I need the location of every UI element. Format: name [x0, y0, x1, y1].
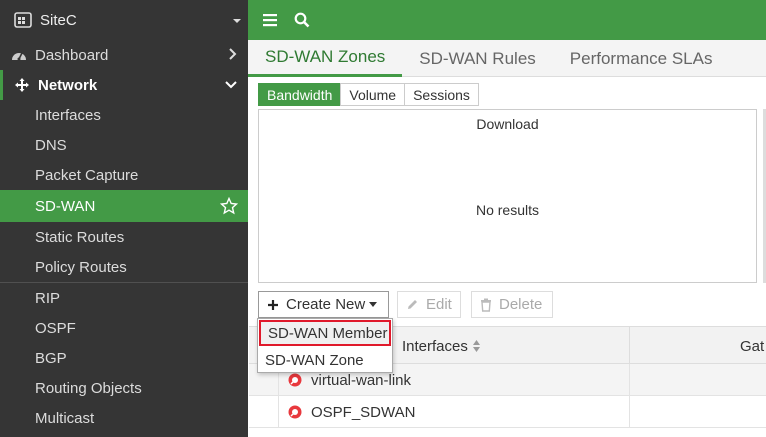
network-arrows-icon — [13, 77, 31, 93]
cell-divider — [629, 396, 630, 428]
sidebar-item-label: OSPF — [35, 319, 76, 337]
sidebar-item-rip[interactable]: RIP — [0, 283, 248, 313]
column-header-interfaces[interactable]: Interfaces — [402, 327, 481, 365]
sd-wan-zone-icon — [287, 404, 303, 420]
sidebar-item-label: SD-WAN — [35, 197, 96, 215]
sidebar-item-label: Network — [38, 76, 98, 94]
chevron-right-icon — [228, 47, 238, 65]
sidebar-item-label: BGP — [35, 349, 67, 367]
dashboard-gauge-icon — [10, 48, 28, 62]
sidebar-item-ospf[interactable]: OSPF — [0, 313, 248, 343]
tab-sd-wan-rules[interactable]: SD-WAN Rules — [402, 40, 553, 77]
column-header-gateway[interactable]: Gat — [740, 327, 764, 365]
download-chart-panel: Download No results — [258, 109, 757, 283]
menu-item-sd-wan-zone[interactable]: SD-WAN Zone — [258, 347, 392, 373]
chart-title: Download — [476, 116, 539, 132]
sidebar-item-packet-capture[interactable]: Packet Capture — [0, 160, 248, 190]
sidebar-item-label: Dashboard — [35, 46, 109, 64]
sidebar-item-label: Multicast — [35, 409, 95, 427]
create-new-button[interactable]: Create New — [258, 291, 389, 318]
sidebar-item-policy-routes[interactable]: Policy Routes — [0, 252, 248, 282]
column-header-label: Interfaces — [402, 337, 468, 355]
menu-icon[interactable] — [262, 13, 278, 27]
sidebar-item-label: RIP — [35, 289, 61, 307]
delete-label: Delete — [499, 296, 543, 313]
caret-down-icon — [232, 13, 242, 30]
delete-button[interactable]: Delete — [471, 291, 553, 318]
create-new-label: Create New — [286, 296, 366, 313]
row-name: virtual-wan-link — [311, 371, 412, 389]
subtab-bandwidth[interactable]: Bandwidth — [258, 83, 342, 106]
row-name: OSPF_SDWAN — [311, 403, 416, 421]
site-selector[interactable]: SiteC — [0, 0, 248, 40]
menu-item-sd-wan-member[interactable]: SD-WAN Member — [259, 320, 391, 346]
star-icon[interactable] — [219, 196, 239, 219]
row-name-cell: OSPF_SDWAN — [287, 396, 415, 428]
main-tabs: SD-WAN Zones SD-WAN Rules Performance SL… — [248, 40, 766, 77]
sidebar-item-dns[interactable]: DNS — [0, 130, 248, 160]
edit-button[interactable]: Edit — [397, 291, 461, 318]
sidebar-item-static-routes[interactable]: Static Routes — [0, 222, 248, 252]
edit-label: Edit — [426, 296, 452, 313]
cell-divider — [629, 364, 630, 396]
sidebar-item-network[interactable]: Network — [0, 70, 248, 100]
subtab-volume[interactable]: Volume — [340, 83, 406, 106]
no-results-message: No results — [475, 202, 540, 218]
sidebar-item-label: DNS — [35, 136, 67, 154]
sd-wan-zone-icon — [287, 372, 303, 388]
caret-down-icon — [369, 301, 378, 308]
plus-icon — [267, 299, 279, 311]
sidebar: SiteC Dashboard Network Interfaces DNS P… — [0, 0, 248, 437]
fortigate-device-icon — [14, 11, 32, 29]
sidebar-item-interfaces[interactable]: Interfaces — [0, 100, 248, 130]
sidebar-item-routing-objects[interactable]: Routing Objects — [0, 373, 248, 403]
tab-performance-slas[interactable]: Performance SLAs — [553, 40, 730, 77]
sidebar-item-multicast[interactable]: Multicast — [0, 403, 248, 433]
top-bar — [248, 0, 766, 40]
sidebar-item-label: Routing Objects — [35, 379, 142, 397]
sidebar-item-label: Packet Capture — [35, 166, 139, 184]
column-divider — [629, 327, 630, 365]
chevron-down-icon — [224, 77, 238, 94]
sidebar-item-dashboard[interactable]: Dashboard — [0, 40, 248, 70]
subtab-sessions[interactable]: Sessions — [404, 83, 479, 106]
sidebar-item-sd-wan[interactable]: SD-WAN — [0, 190, 248, 222]
sidebar-item-label: Static Routes — [35, 228, 125, 246]
sidebar-item-label: Interfaces — [35, 106, 101, 124]
pencil-icon — [406, 298, 419, 311]
create-new-dropdown: SD-WAN Member SD-WAN Zone — [257, 318, 393, 373]
sidebar-item-bgp[interactable]: BGP — [0, 343, 248, 373]
sort-icon[interactable] — [472, 339, 481, 353]
tab-sd-wan-zones[interactable]: SD-WAN Zones — [248, 40, 403, 77]
search-icon[interactable] — [294, 12, 310, 28]
chart-subtabs: Bandwidth Volume Sessions — [258, 83, 479, 106]
table-row[interactable]: OSPF_SDWAN — [249, 396, 766, 428]
cell-divider — [278, 396, 279, 428]
sidebar-item-label: Policy Routes — [35, 258, 127, 276]
trash-icon — [480, 298, 492, 312]
site-name: SiteC — [40, 11, 77, 29]
